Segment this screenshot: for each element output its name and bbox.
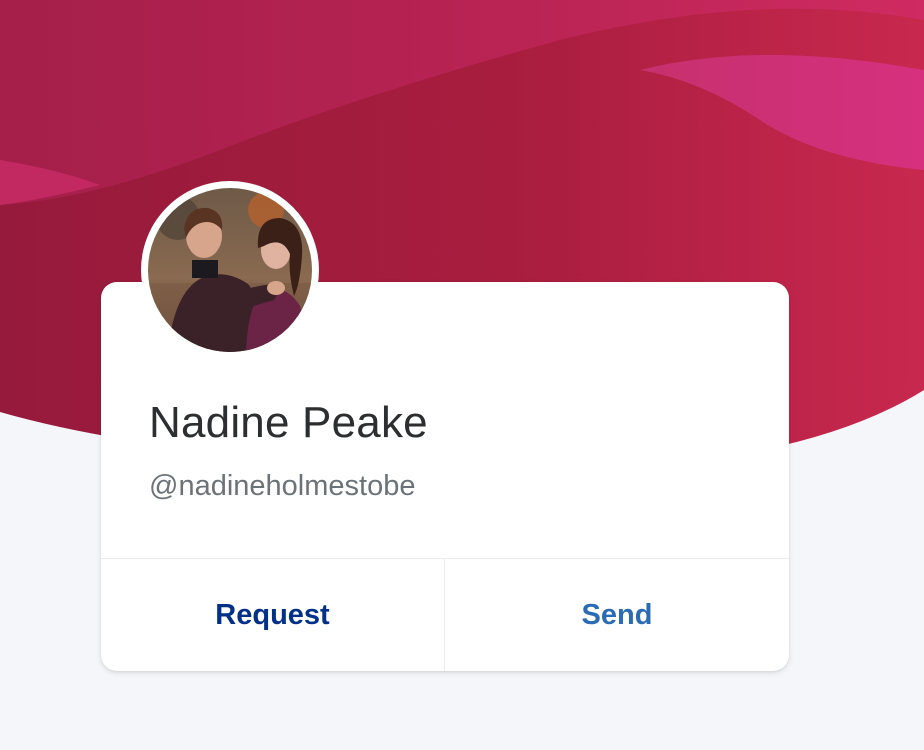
send-button[interactable]: Send <box>445 559 789 671</box>
avatar <box>141 181 319 359</box>
profile-handle: @nadineholmestobe <box>149 470 416 502</box>
profile-name: Nadine Peake <box>149 398 428 447</box>
profile-photo-icon <box>148 188 312 352</box>
request-button[interactable]: Request <box>101 559 444 671</box>
